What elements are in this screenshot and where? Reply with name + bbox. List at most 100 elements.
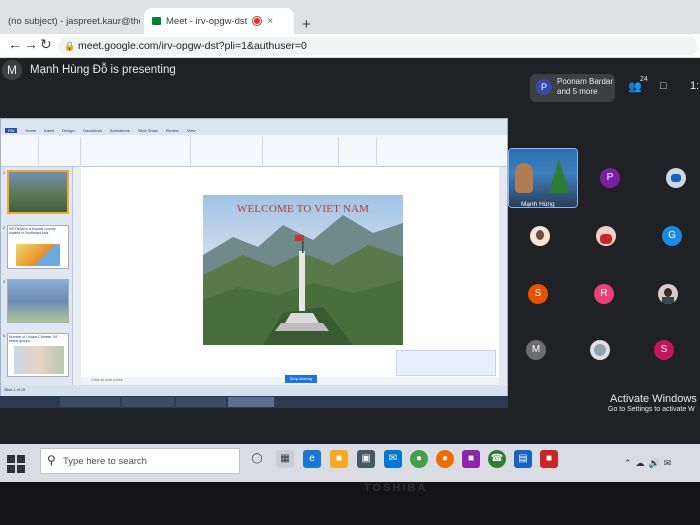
system-tray[interactable]: ⌃☁🔊✉ bbox=[624, 458, 675, 469]
presenting-banner: Mạnh Hùng Đỗ is presenting bbox=[30, 64, 176, 76]
windows-start-icon[interactable] bbox=[6, 454, 26, 474]
thumb-number: 2 bbox=[3, 225, 6, 230]
ribbon-group-editing bbox=[341, 137, 377, 165]
thumb-title: Number of Unique Chinese: 54 ethnic grou… bbox=[9, 335, 58, 343]
edge-icon[interactable]: e bbox=[303, 450, 321, 468]
browser-tabstrip: (no subject) - jaspreet.kaur@the Meet - … bbox=[0, 0, 700, 34]
tab-title: (no subject) - jaspreet.kaur@the bbox=[8, 15, 140, 27]
participant-grid: Mạnh Hùng P G S R M S bbox=[508, 140, 700, 390]
chat-icon[interactable]: □ bbox=[660, 80, 667, 92]
participant-avatar[interactable]: S bbox=[654, 340, 674, 360]
ppt-ribbon bbox=[1, 135, 507, 167]
lock-icon: 🔒 bbox=[64, 41, 76, 51]
ribbon-group-clipboard bbox=[3, 137, 39, 165]
task-view-icon[interactable]: ◯ bbox=[248, 450, 266, 468]
firefox-icon[interactable]: ● bbox=[436, 450, 454, 468]
mountain-flag-photo bbox=[203, 195, 403, 345]
widgets-icon[interactable]: ▦ bbox=[276, 450, 294, 468]
shared-taskbar-item bbox=[176, 397, 226, 407]
participant-avatar[interactable] bbox=[658, 284, 678, 304]
people-chip-line2: and 5 more bbox=[557, 87, 598, 96]
ribbon-tab: File bbox=[5, 127, 18, 133]
avatar: P bbox=[536, 79, 552, 95]
participant-avatar[interactable]: R bbox=[594, 284, 614, 304]
brand-logo: TOSHIBA bbox=[364, 482, 428, 494]
participant-avatar[interactable]: M bbox=[526, 340, 546, 360]
shared-taskbar-item bbox=[228, 397, 274, 407]
slide-thumbnail-3[interactable] bbox=[7, 279, 69, 323]
ribbon-tab: Animations bbox=[110, 127, 130, 133]
meet-header: M Mạnh Hùng Đỗ is presenting P Poonam Ba… bbox=[0, 58, 700, 104]
tab-gmail[interactable]: (no subject) - jaspreet.kaur@the bbox=[0, 8, 140, 34]
ribbon-tab: Home bbox=[25, 127, 37, 133]
slide-counter: Slide 1 of 15 bbox=[4, 388, 26, 392]
ppt-ribbon-tabs: File Home Insert Design Transitions Anim… bbox=[1, 125, 507, 135]
ribbon-tab: Design bbox=[62, 127, 75, 133]
taskbar-search-input[interactable]: ⚲ Type here to search bbox=[40, 448, 240, 474]
close-tab-icon[interactable]: × bbox=[267, 16, 273, 27]
app-icon[interactable]: ■ bbox=[462, 450, 480, 468]
people-chip[interactable]: P Poonam Bardar and 5 more bbox=[530, 74, 615, 102]
chrome-icon[interactable]: ● bbox=[410, 450, 428, 468]
ribbon-group-font bbox=[83, 137, 191, 165]
recording-icon bbox=[253, 17, 262, 25]
participant-count: 24 bbox=[640, 76, 648, 83]
screen: (no subject) - jaspreet.kaur@the Meet - … bbox=[0, 0, 700, 525]
whatsapp-icon[interactable]: ☎ bbox=[488, 450, 506, 468]
browser-toolbar: ← → ↻ 🔒 meet.google.com/irv-opgw-dst?pli… bbox=[0, 34, 700, 58]
thumb-number: 3 bbox=[3, 279, 6, 284]
stop-sharing-button[interactable]: Stop sharing bbox=[285, 375, 317, 383]
shared-taskbar bbox=[0, 396, 508, 408]
people-chip-line1: Poonam Bardar bbox=[557, 77, 614, 86]
participant-avatar[interactable] bbox=[596, 226, 616, 246]
activation-subtitle: Go to Settings to activate W bbox=[608, 406, 695, 413]
participant-avatar[interactable]: G bbox=[662, 226, 682, 246]
participant-avatar[interactable] bbox=[666, 168, 686, 188]
thumb-title: VIETNAM is a tropical country located in… bbox=[9, 227, 56, 235]
participant-avatar[interactable] bbox=[530, 226, 550, 246]
shared-taskbar-item bbox=[122, 397, 174, 407]
sharing-notification bbox=[396, 350, 496, 376]
thumb-number: 4 bbox=[3, 333, 6, 338]
notes-placeholder: Click to add notes bbox=[91, 377, 123, 382]
slide-title: WELCOME TO VIET NAM bbox=[236, 203, 370, 215]
ribbon-tab: Transitions bbox=[82, 127, 103, 133]
current-slide[interactable]: WELCOME TO VIET NAM bbox=[203, 195, 403, 345]
vertical-scrollbar[interactable] bbox=[499, 167, 507, 385]
app-icon[interactable]: ■ bbox=[540, 450, 558, 468]
thumb-number: 1 bbox=[3, 170, 6, 175]
shared-taskbar-item bbox=[60, 397, 120, 407]
presenter-avatar: M bbox=[2, 60, 22, 80]
tab-meet[interactable]: Meet - irv-opgw-dst × bbox=[144, 8, 294, 34]
people-chip-text: Poonam Bardar and 5 more bbox=[557, 77, 613, 97]
slide-thumbnails: 1 2 VIETNAM is a tropical country locate… bbox=[1, 167, 73, 385]
clock-text: 1: bbox=[690, 80, 700, 92]
ribbon-tab: Slide Show bbox=[137, 127, 158, 133]
windows-taskbar: ⚲ Type here to search ◯ ▦ e ■ ▣ ✉ ● ● ■ … bbox=[0, 444, 700, 482]
slide-canvas: WELCOME TO VIET NAM bbox=[81, 167, 499, 377]
ribbon-group-slides bbox=[41, 137, 81, 165]
ribbon-group-paragraph bbox=[193, 137, 263, 165]
ribbon-group-drawing bbox=[265, 137, 339, 165]
slide-thumbnail-2[interactable]: VIETNAM is a tropical country located in… bbox=[7, 225, 69, 269]
new-tab-button[interactable]: + bbox=[302, 16, 311, 33]
store-icon[interactable]: ▣ bbox=[357, 450, 375, 468]
app-icon[interactable]: ▤ bbox=[514, 450, 532, 468]
slide-thumbnail-4[interactable]: Number of Unique Chinese: 54 ethnic grou… bbox=[7, 333, 69, 377]
forward-icon[interactable]: → bbox=[24, 36, 38, 52]
participant-avatar[interactable]: P bbox=[600, 168, 620, 188]
reload-icon[interactable]: ↻ bbox=[40, 36, 52, 53]
file-explorer-icon[interactable]: ■ bbox=[330, 450, 348, 468]
self-video-tile[interactable]: Mạnh Hùng bbox=[508, 148, 578, 208]
activation-title: Activate Windows bbox=[610, 393, 697, 405]
mail-icon[interactable]: ✉ bbox=[384, 450, 402, 468]
participant-avatar[interactable] bbox=[590, 340, 610, 360]
participant-avatar[interactable]: S bbox=[528, 284, 548, 304]
ppt-statusbar: Slide 1 of 15 bbox=[1, 385, 507, 396]
back-icon[interactable]: ← bbox=[8, 36, 22, 52]
address-bar[interactable]: 🔒 meet.google.com/irv-opgw-dst?pli=1&aut… bbox=[58, 37, 698, 55]
self-name-label: Mạnh Hùng bbox=[521, 201, 555, 208]
slide-thumbnail-1[interactable] bbox=[7, 170, 69, 214]
search-placeholder: Type here to search bbox=[63, 456, 147, 467]
search-icon: ⚲ bbox=[47, 453, 56, 467]
